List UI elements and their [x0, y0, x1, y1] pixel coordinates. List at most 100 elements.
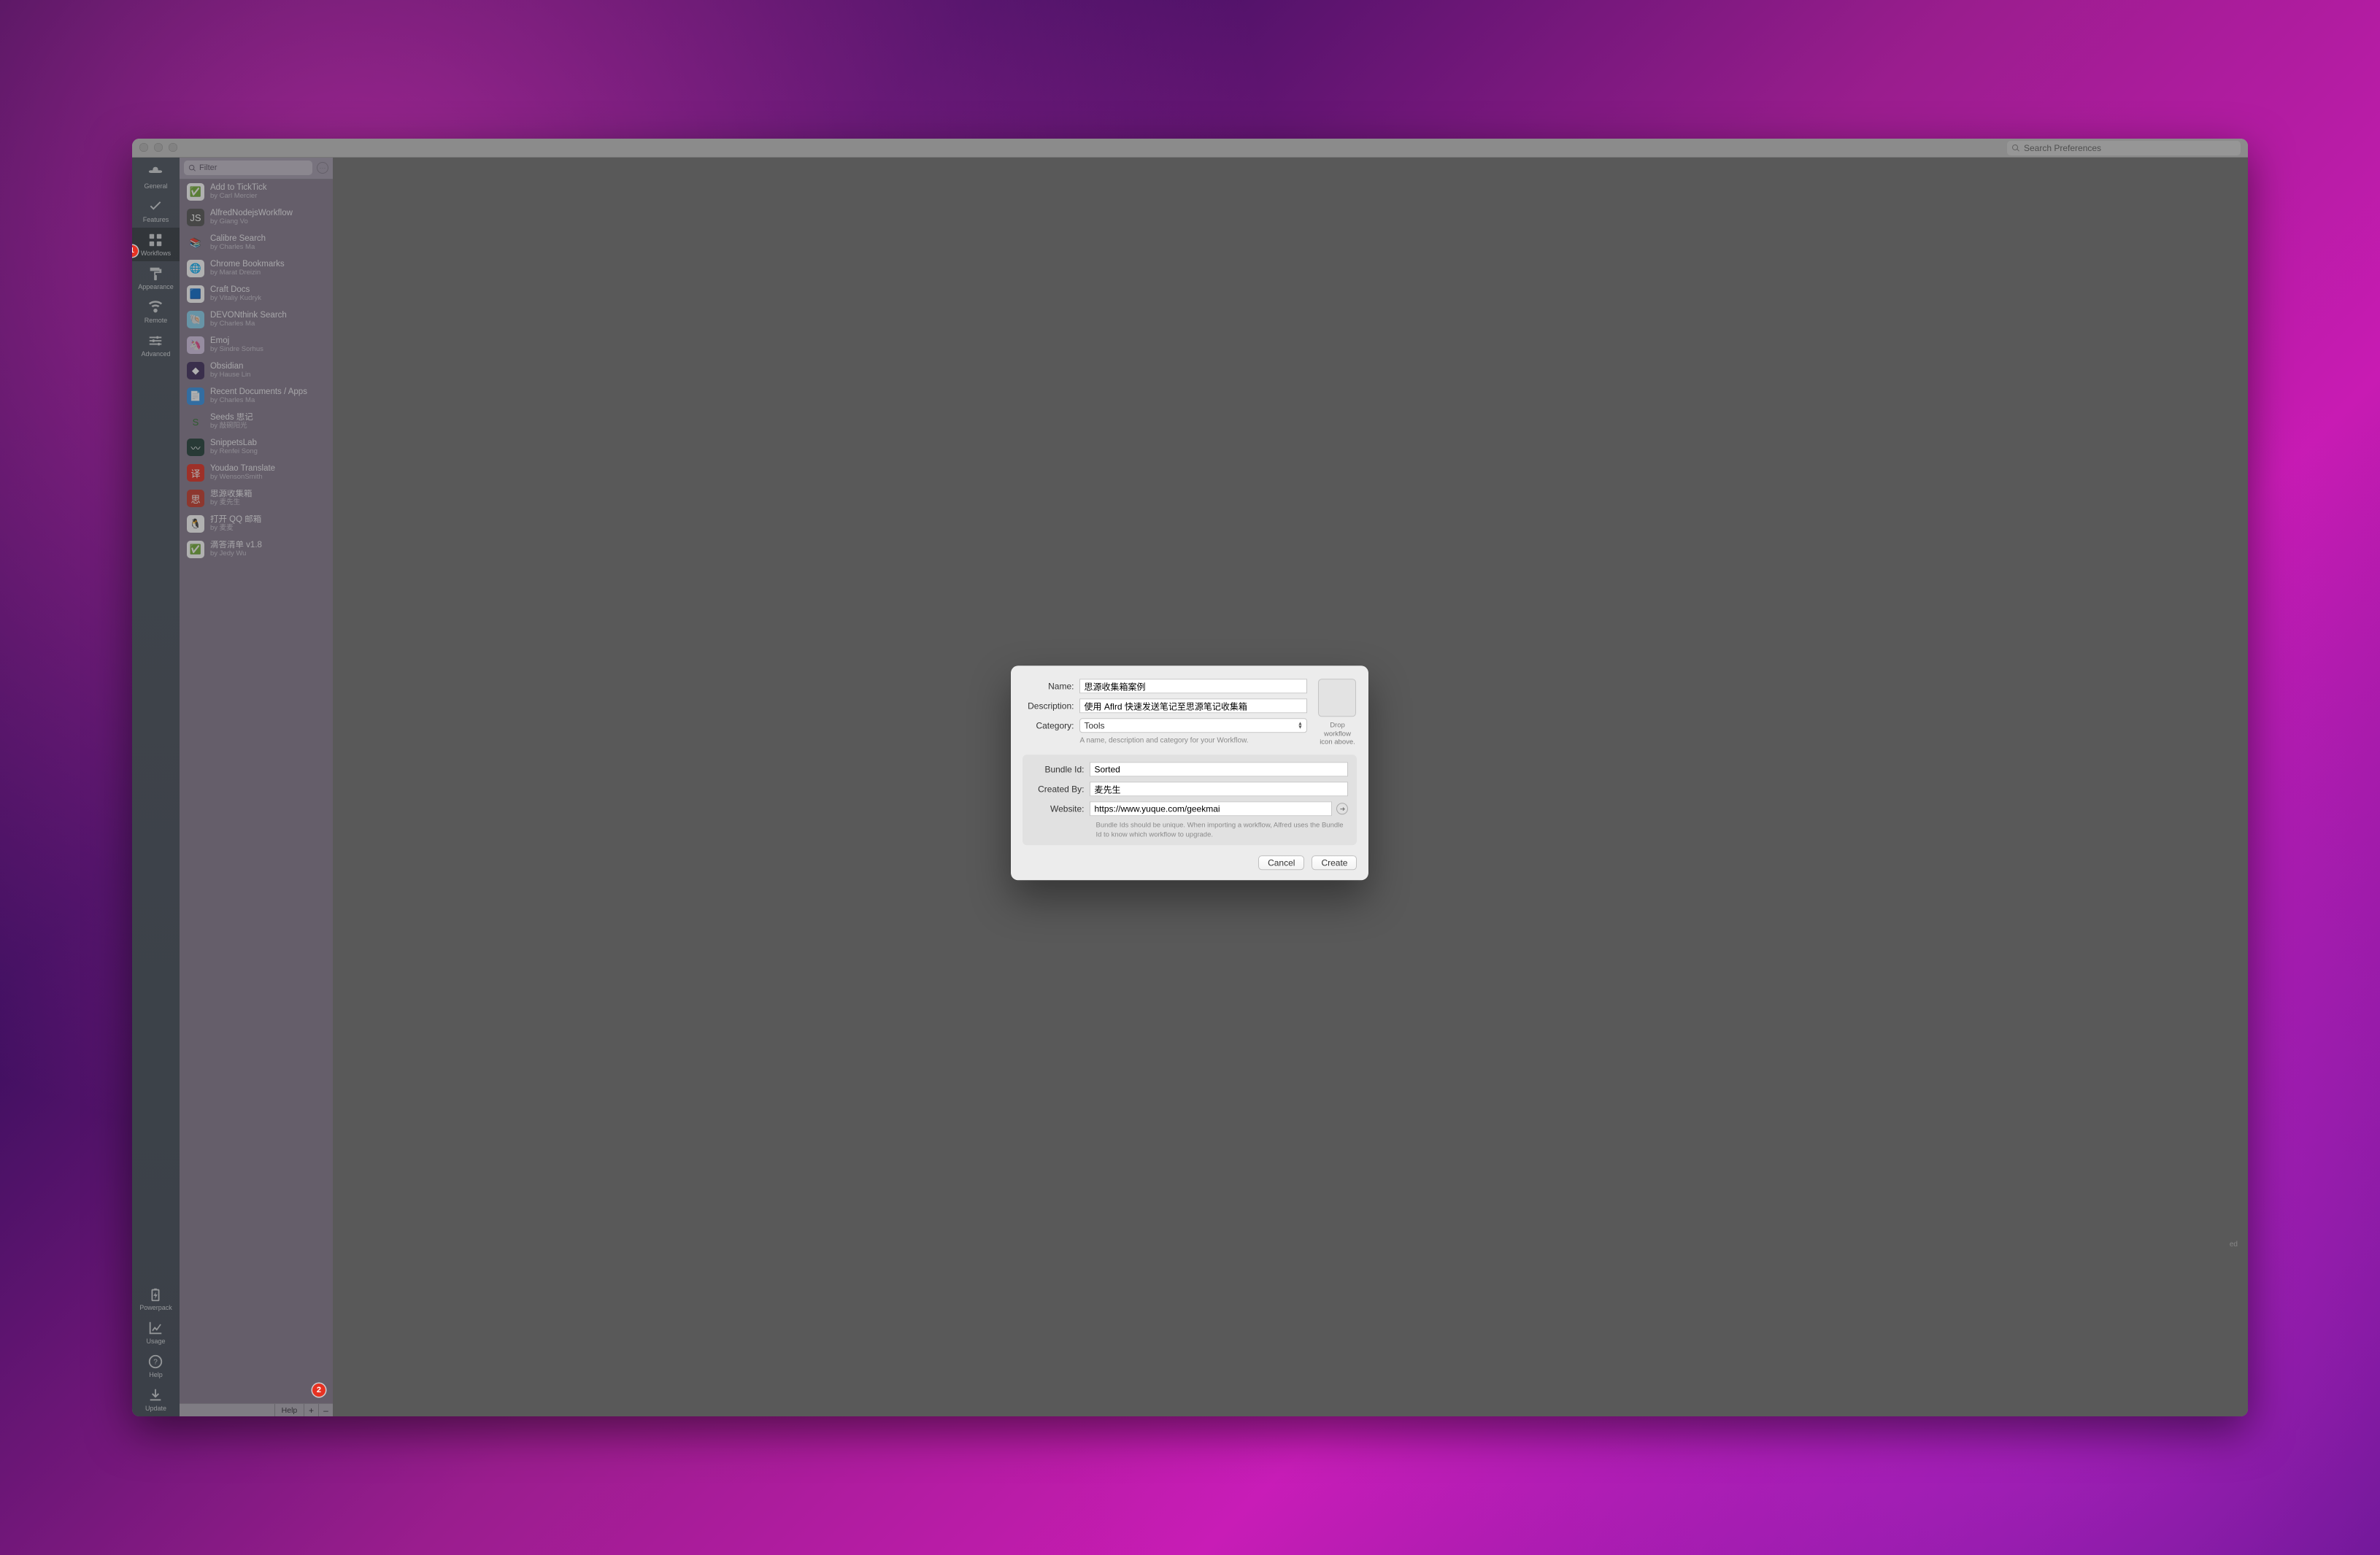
- category-select[interactable]: Tools ▲▼: [1079, 719, 1307, 733]
- workflow-item[interactable]: 🐚DEVONthink Searchby Charles Ma: [180, 307, 333, 333]
- workflow-author: by Giang Vo: [210, 218, 293, 226]
- remove-workflow-button[interactable]: –: [318, 1404, 333, 1417]
- workflow-author: by Charles Ma: [210, 244, 266, 252]
- nav-general[interactable]: General: [132, 161, 180, 194]
- paint-roller-icon: [147, 266, 163, 282]
- create-button[interactable]: Create: [1312, 855, 1357, 870]
- add-workflow-button[interactable]: +: [304, 1404, 318, 1417]
- nav-update[interactable]: Update: [132, 1383, 180, 1416]
- workflow-icon: ✅: [187, 541, 204, 558]
- grid-icon: [147, 232, 163, 248]
- workflow-author: by Hause Lin: [210, 371, 250, 379]
- nav-usage[interactable]: Usage: [132, 1316, 180, 1349]
- workflow-icon: JS: [187, 209, 204, 226]
- workflow-author: by Sindre Sorhus: [210, 346, 263, 354]
- workflow-icon: 📚: [187, 234, 204, 252]
- workflow-author: by 麦先生: [210, 499, 253, 507]
- name-field[interactable]: [1079, 679, 1307, 694]
- search-icon: [188, 164, 196, 172]
- bundle-field[interactable]: [1090, 763, 1348, 777]
- workflow-icon: 🟦: [187, 285, 204, 303]
- chevron-updown-icon: ▲▼: [1295, 722, 1305, 730]
- search-icon: [2011, 144, 2020, 153]
- workflow-item[interactable]: 🦄Emojby Sindre Sorhus: [180, 333, 333, 358]
- cancel-button[interactable]: Cancel: [1258, 855, 1304, 870]
- workflow-author: by Renfei Song: [210, 448, 258, 456]
- workflow-item[interactable]: SSeeds 思记by 敲碗阳光: [180, 409, 333, 435]
- titlebar: Search Preferences: [132, 139, 2248, 158]
- workflow-author: by Vitaliy Kudryk: [210, 295, 261, 303]
- icon-well[interactable]: [1318, 679, 1356, 717]
- workflow-list-column: Filter ⋯ ✅Add to TickTickby Carl Mercier…: [180, 158, 333, 1417]
- help-button[interactable]: Help: [274, 1404, 304, 1417]
- nav-workflows[interactable]: Workflows: [132, 228, 180, 261]
- sliders-icon: [147, 333, 163, 349]
- workflow-icon: ✅: [187, 183, 204, 201]
- nav-advanced[interactable]: Advanced: [132, 328, 180, 362]
- search-preferences-input[interactable]: Search Preferences: [2007, 141, 2241, 155]
- category-value: Tools: [1084, 721, 1104, 731]
- workflow-author: by 敲碗阳光: [210, 422, 253, 431]
- nav-features[interactable]: Features: [132, 194, 180, 228]
- chart-icon: [147, 1320, 163, 1336]
- workflow-item[interactable]: 🌐Chrome Bookmarksby Marat Dreizin: [180, 256, 333, 282]
- filter-input[interactable]: Filter: [184, 161, 312, 175]
- minimize-icon[interactable]: [154, 143, 163, 152]
- workflow-author: by Marat Dreizin: [210, 269, 285, 277]
- nav-sidebar: 1 General Features Workflows Appearance …: [132, 158, 180, 1417]
- bundle-panel: Bundle Id: Created By: Website: ➜ Bundle…: [1023, 755, 1357, 846]
- description-label: Description:: [1023, 701, 1079, 711]
- workflow-author: by 麦麦: [210, 525, 261, 533]
- workflow-icon: 〰: [187, 439, 204, 456]
- workflow-author: by Jedy Wu: [210, 550, 262, 558]
- zoom-icon[interactable]: [169, 143, 177, 152]
- nav-remote[interactable]: Remote: [132, 295, 180, 328]
- workflow-author: by WensonSmith: [210, 474, 275, 482]
- filter-options-icon[interactable]: ⋯: [317, 162, 328, 174]
- workflow-author: by Charles Ma: [210, 320, 287, 328]
- workflow-item[interactable]: 〰SnippetsLabby Renfei Song: [180, 435, 333, 460]
- name-label: Name:: [1023, 682, 1079, 692]
- workflow-item[interactable]: 🐧打开 QQ 邮箱by 麦麦: [180, 512, 333, 537]
- nav-help[interactable]: ? Help: [132, 1349, 180, 1383]
- remote-icon: [147, 299, 163, 315]
- check-icon: [147, 198, 163, 215]
- workflow-item[interactable]: ◆Obsidianby Hause Lin: [180, 358, 333, 384]
- workflow-icon: 译: [187, 464, 204, 482]
- traffic-lights: [139, 143, 177, 152]
- workflow-item[interactable]: 思思源收集箱by 麦先生: [180, 486, 333, 512]
- filter-row: Filter ⋯: [180, 158, 333, 180]
- workflow-icon: 🌐: [187, 260, 204, 277]
- workflow-item[interactable]: ✅Add to TickTickby Carl Mercier: [180, 180, 333, 205]
- workflow-author: by Charles Ma: [210, 397, 307, 405]
- svg-text:?: ?: [154, 1359, 158, 1367]
- form-helper-text: A name, description and category for you…: [1079, 737, 1307, 745]
- workflow-item[interactable]: 译Youdao Translateby WensonSmith: [180, 460, 333, 486]
- nav-powerpack[interactable]: Powerpack: [132, 1282, 180, 1316]
- created-by-field[interactable]: [1090, 782, 1348, 797]
- bundle-helper-text: Bundle Ids should be unique. When import…: [1095, 822, 1348, 840]
- workflow-item[interactable]: JSAlfredNodejsWorkflowby Giang Vo: [180, 205, 333, 231]
- description-field[interactable]: [1079, 699, 1307, 714]
- category-label: Category:: [1023, 721, 1079, 731]
- nav-appearance[interactable]: Appearance: [132, 261, 180, 295]
- website-field[interactable]: [1090, 802, 1332, 817]
- workflow-item[interactable]: ✅滴答清单 v1.8by Jedy Wu: [180, 537, 333, 563]
- workflow-item[interactable]: 📚Calibre Searchby Charles Ma: [180, 231, 333, 256]
- workflow-list: ✅Add to TickTickby Carl MercierJSAlfredN…: [180, 180, 333, 1404]
- workflow-item[interactable]: 📄Recent Documents / Appsby Charles Ma: [180, 384, 333, 409]
- open-url-icon[interactable]: ➜: [1336, 803, 1348, 815]
- workflow-icon: 📄: [187, 387, 204, 405]
- created-by-label: Created By:: [1031, 784, 1090, 795]
- help-icon: ?: [147, 1354, 163, 1370]
- workflow-item[interactable]: 🟦Craft Docsby Vitaliy Kudryk: [180, 282, 333, 307]
- icon-drop-label: Drop workflow icon above.: [1317, 722, 1357, 746]
- new-workflow-dialog: Name: Description: Category: Tools ▲▼ A …: [1011, 666, 1368, 881]
- download-icon: [147, 1387, 163, 1403]
- workflow-icon: 思: [187, 490, 204, 507]
- icon-dropzone[interactable]: Drop workflow icon above.: [1317, 679, 1357, 746]
- canvas-hint-text: ed: [2230, 1240, 2238, 1249]
- workflow-icon: ◆: [187, 362, 204, 379]
- workflow-icon: 🦄: [187, 336, 204, 354]
- close-icon[interactable]: [139, 143, 148, 152]
